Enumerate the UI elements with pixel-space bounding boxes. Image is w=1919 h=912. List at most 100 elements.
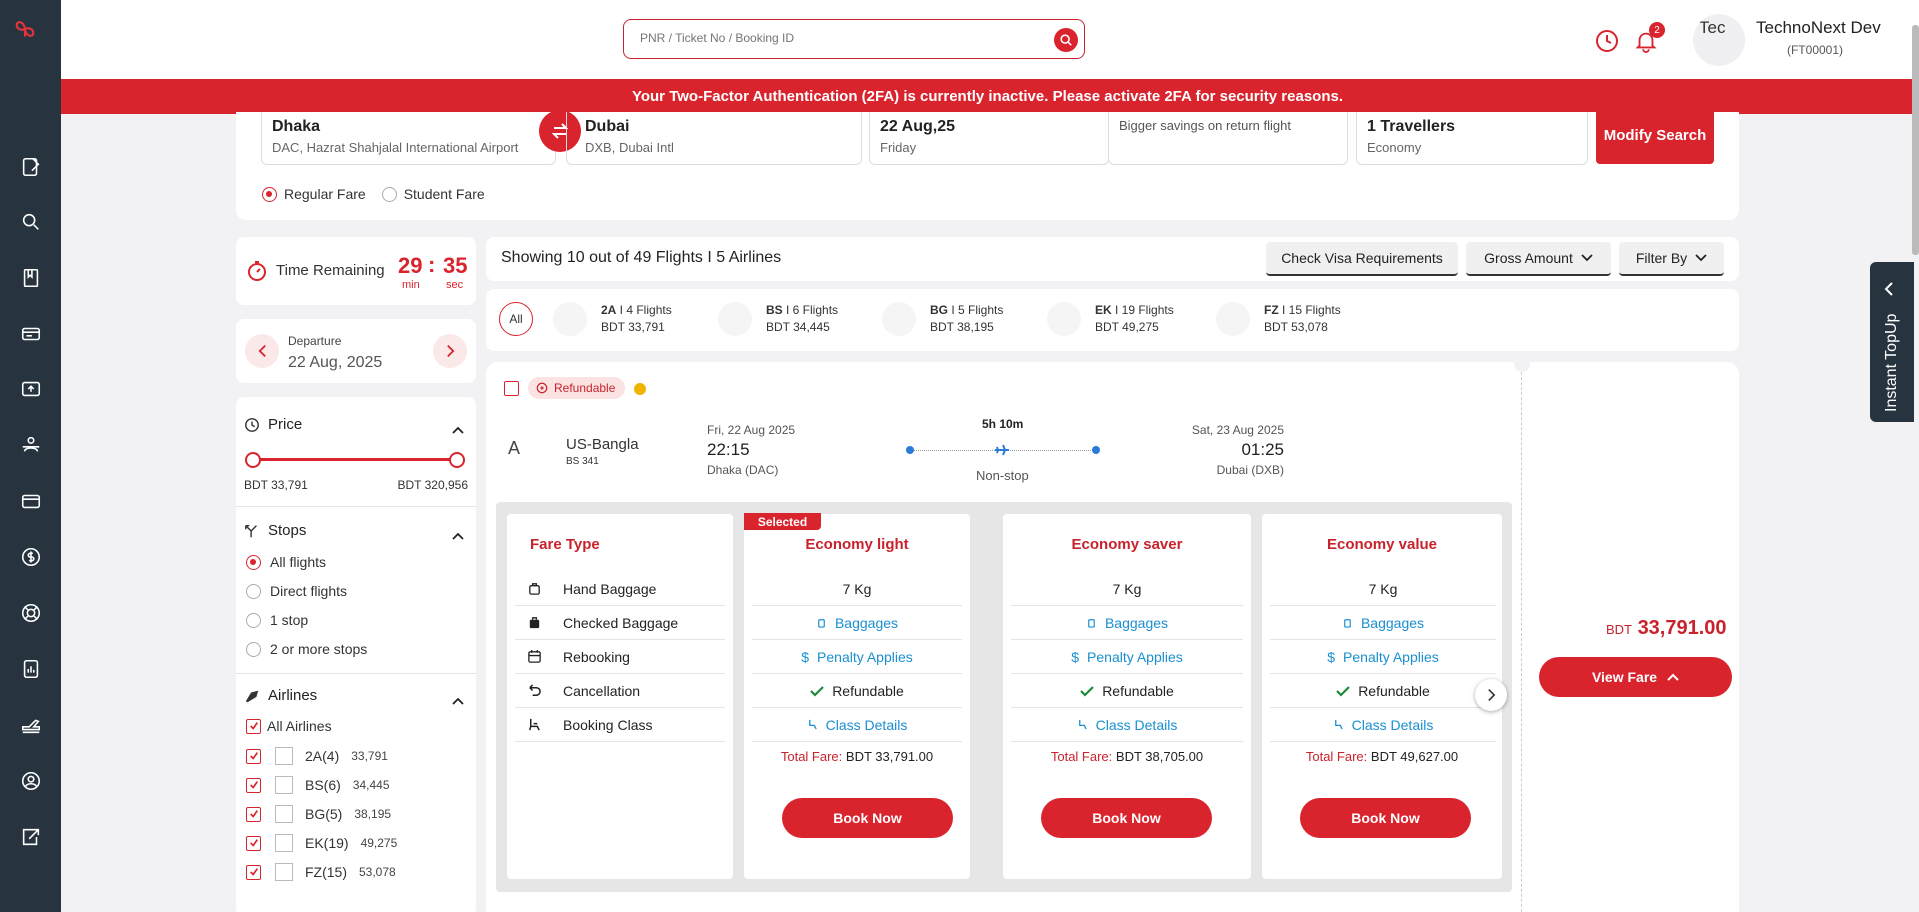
baggages-link[interactable]: Baggages <box>752 606 962 640</box>
notification-badge: 2 <box>1649 22 1665 38</box>
airline-all-checkbox[interactable]: All Airlines <box>246 718 332 734</box>
pnr-search-input[interactable] <box>640 20 1040 56</box>
fare-type-radios: Regular Fare Student Fare <box>262 186 485 202</box>
filter-by-dropdown[interactable]: Filter By <box>1619 242 1724 276</box>
airline-name: US-Bangla <box>566 436 639 453</box>
departure-date-field[interactable]: 22 Aug,25 Friday <box>869 112 1109 165</box>
chevron-left-icon <box>1884 282 1894 299</box>
bookmark-icon[interactable] <box>19 266 43 290</box>
team-icon[interactable] <box>19 433 43 457</box>
return-date-field[interactable]: Bigger savings on return flight <box>1108 112 1348 165</box>
next-fares-button[interactable] <box>1475 679 1507 711</box>
prev-date-button[interactable] <box>245 334 279 368</box>
airline-checkbox[interactable]: EK(19) 49,275 <box>246 834 397 852</box>
airline-checkbox[interactable]: BG(5) 38,195 <box>246 805 391 823</box>
app-logo[interactable] <box>14 18 46 50</box>
refund-icon <box>536 382 548 394</box>
user-id: (FT00001) <box>1786 43 1844 57</box>
price-max-label: BDT 320,956 <box>397 478 469 492</box>
airlines-filter-header[interactable]: Airlines <box>244 687 317 704</box>
chevron-up-icon[interactable] <box>452 527 464 543</box>
fare-column-economy-saver[interactable]: Economy saver 7 Kg Baggages $ Penalty App… <box>1003 514 1251 879</box>
arrival-city: Dubai (DXB) <box>1216 463 1284 477</box>
baggages-link[interactable]: Baggages <box>1011 606 1243 640</box>
travellers-field[interactable]: 1 Travellers Economy <box>1356 112 1588 165</box>
penalty-link[interactable]: $ Penalty Applies <box>1011 640 1243 674</box>
price-max-handle[interactable] <box>449 452 465 468</box>
price-filter-header[interactable]: Price <box>244 416 302 433</box>
airline-label: FZ(15) <box>305 864 347 880</box>
airline-logo <box>718 302 752 336</box>
fare-column-economy-light[interactable]: Economy light 7 Kg Baggages $ Penalty App… <box>744 514 970 879</box>
stops-filter-title: Stops <box>268 522 307 539</box>
fare-cell: Refundable <box>1011 674 1243 708</box>
class-details-link[interactable]: Class Details <box>752 708 962 742</box>
baggages-link[interactable]: Baggages <box>1270 606 1496 640</box>
plane-icon <box>994 442 1010 461</box>
profile-icon[interactable] <box>19 769 43 793</box>
book-now-button[interactable]: Book Now <box>782 798 953 838</box>
check-icon <box>1336 685 1350 697</box>
fare-row-label: Checked Baggage <box>515 606 725 640</box>
cabin-class: Economy <box>1367 140 1422 155</box>
seat-icon <box>1334 719 1343 730</box>
instant-topup-tab[interactable]: Instant TopUp <box>1870 262 1914 422</box>
airline-logo <box>882 302 916 336</box>
from-field[interactable]: Dhaka DAC, Hazrat Shahjalal Internationa… <box>261 112 556 165</box>
airline-checkbox[interactable]: 2A(4) 33,791 <box>246 747 388 765</box>
book-now-button[interactable]: Book Now <box>1300 798 1471 838</box>
stops-filter-header[interactable]: Stops <box>244 522 306 539</box>
to-field[interactable]: Dubai DXB, Dubai Intl <box>566 112 862 165</box>
book-now-button[interactable]: Book Now <box>1041 798 1212 838</box>
price-min-handle[interactable] <box>245 452 261 468</box>
airline-checkbox[interactable]: BS(6) 34,445 <box>246 776 390 794</box>
penalty-link[interactable]: $ Penalty Applies <box>1270 640 1496 674</box>
stop-option[interactable]: 1 stop <box>246 612 308 628</box>
status-dot <box>634 383 646 395</box>
check-visa-button[interactable]: Check Visa Requirements <box>1266 242 1458 276</box>
logout-icon[interactable] <box>19 825 43 849</box>
fare-column-economy-value[interactable]: Economy value 7 Kg Baggages $ Penalty App… <box>1262 514 1502 879</box>
regular-fare-radio[interactable]: Regular Fare <box>262 186 366 202</box>
plane-icon <box>245 690 259 702</box>
flight-icon[interactable] <box>19 713 43 737</box>
scrollbar[interactable] <box>1912 25 1919 255</box>
return-hint: Bigger savings on return flight <box>1119 118 1291 133</box>
timer-min-unit: min <box>402 279 420 291</box>
modify-search-button[interactable]: Modify Search <box>1596 106 1714 164</box>
wallet-icon[interactable] <box>19 489 43 513</box>
avatar[interactable]: Tec <box>1693 14 1745 66</box>
departure-date: Fri, 22 Aug 2025 <box>707 423 796 437</box>
from-city: Dhaka <box>272 118 321 135</box>
results-summary: Showing 10 out of 49 Flights I 5 Airline… <box>501 249 782 266</box>
class-details-link[interactable]: Class Details <box>1011 708 1243 742</box>
report-icon[interactable] <box>19 657 43 681</box>
chevron-up-icon[interactable] <box>452 421 464 437</box>
student-fare-radio[interactable]: Student Fare <box>381 186 485 202</box>
view-fare-button[interactable]: View Fare <box>1539 657 1732 697</box>
card-icon[interactable] <box>19 322 43 346</box>
money-icon[interactable] <box>19 545 43 569</box>
class-details-link[interactable]: Class Details <box>1270 708 1496 742</box>
gross-amount-dropdown[interactable]: Gross Amount <box>1466 242 1611 276</box>
bookings-icon[interactable] <box>19 155 43 179</box>
penalty-link[interactable]: $ Penalty Applies <box>752 640 962 674</box>
user-name[interactable]: TechnoNext Dev <box>1750 18 1919 38</box>
chevron-right-icon <box>1487 689 1495 701</box>
stop-option[interactable]: 2 or more stops <box>246 641 367 657</box>
next-date-button[interactable] <box>433 334 467 368</box>
route-end-dot <box>1092 446 1100 454</box>
airline-checkbox[interactable]: FZ(15) 53,078 <box>246 863 396 881</box>
airline-logo <box>275 863 293 881</box>
search-icon[interactable] <box>19 210 43 234</box>
all-airlines-button[interactable]: All <box>499 302 533 336</box>
deposit-icon[interactable] <box>19 377 43 401</box>
compare-checkbox[interactable] <box>504 381 519 396</box>
history-icon[interactable] <box>1594 28 1620 54</box>
stops-label: Non-stop <box>976 468 1029 483</box>
support-icon[interactable] <box>19 601 43 625</box>
chevron-up-icon[interactable] <box>452 692 464 708</box>
stop-option[interactable]: All flights <box>246 554 326 570</box>
search-button[interactable] <box>1054 28 1078 52</box>
stop-option[interactable]: Direct flights <box>246 583 347 599</box>
